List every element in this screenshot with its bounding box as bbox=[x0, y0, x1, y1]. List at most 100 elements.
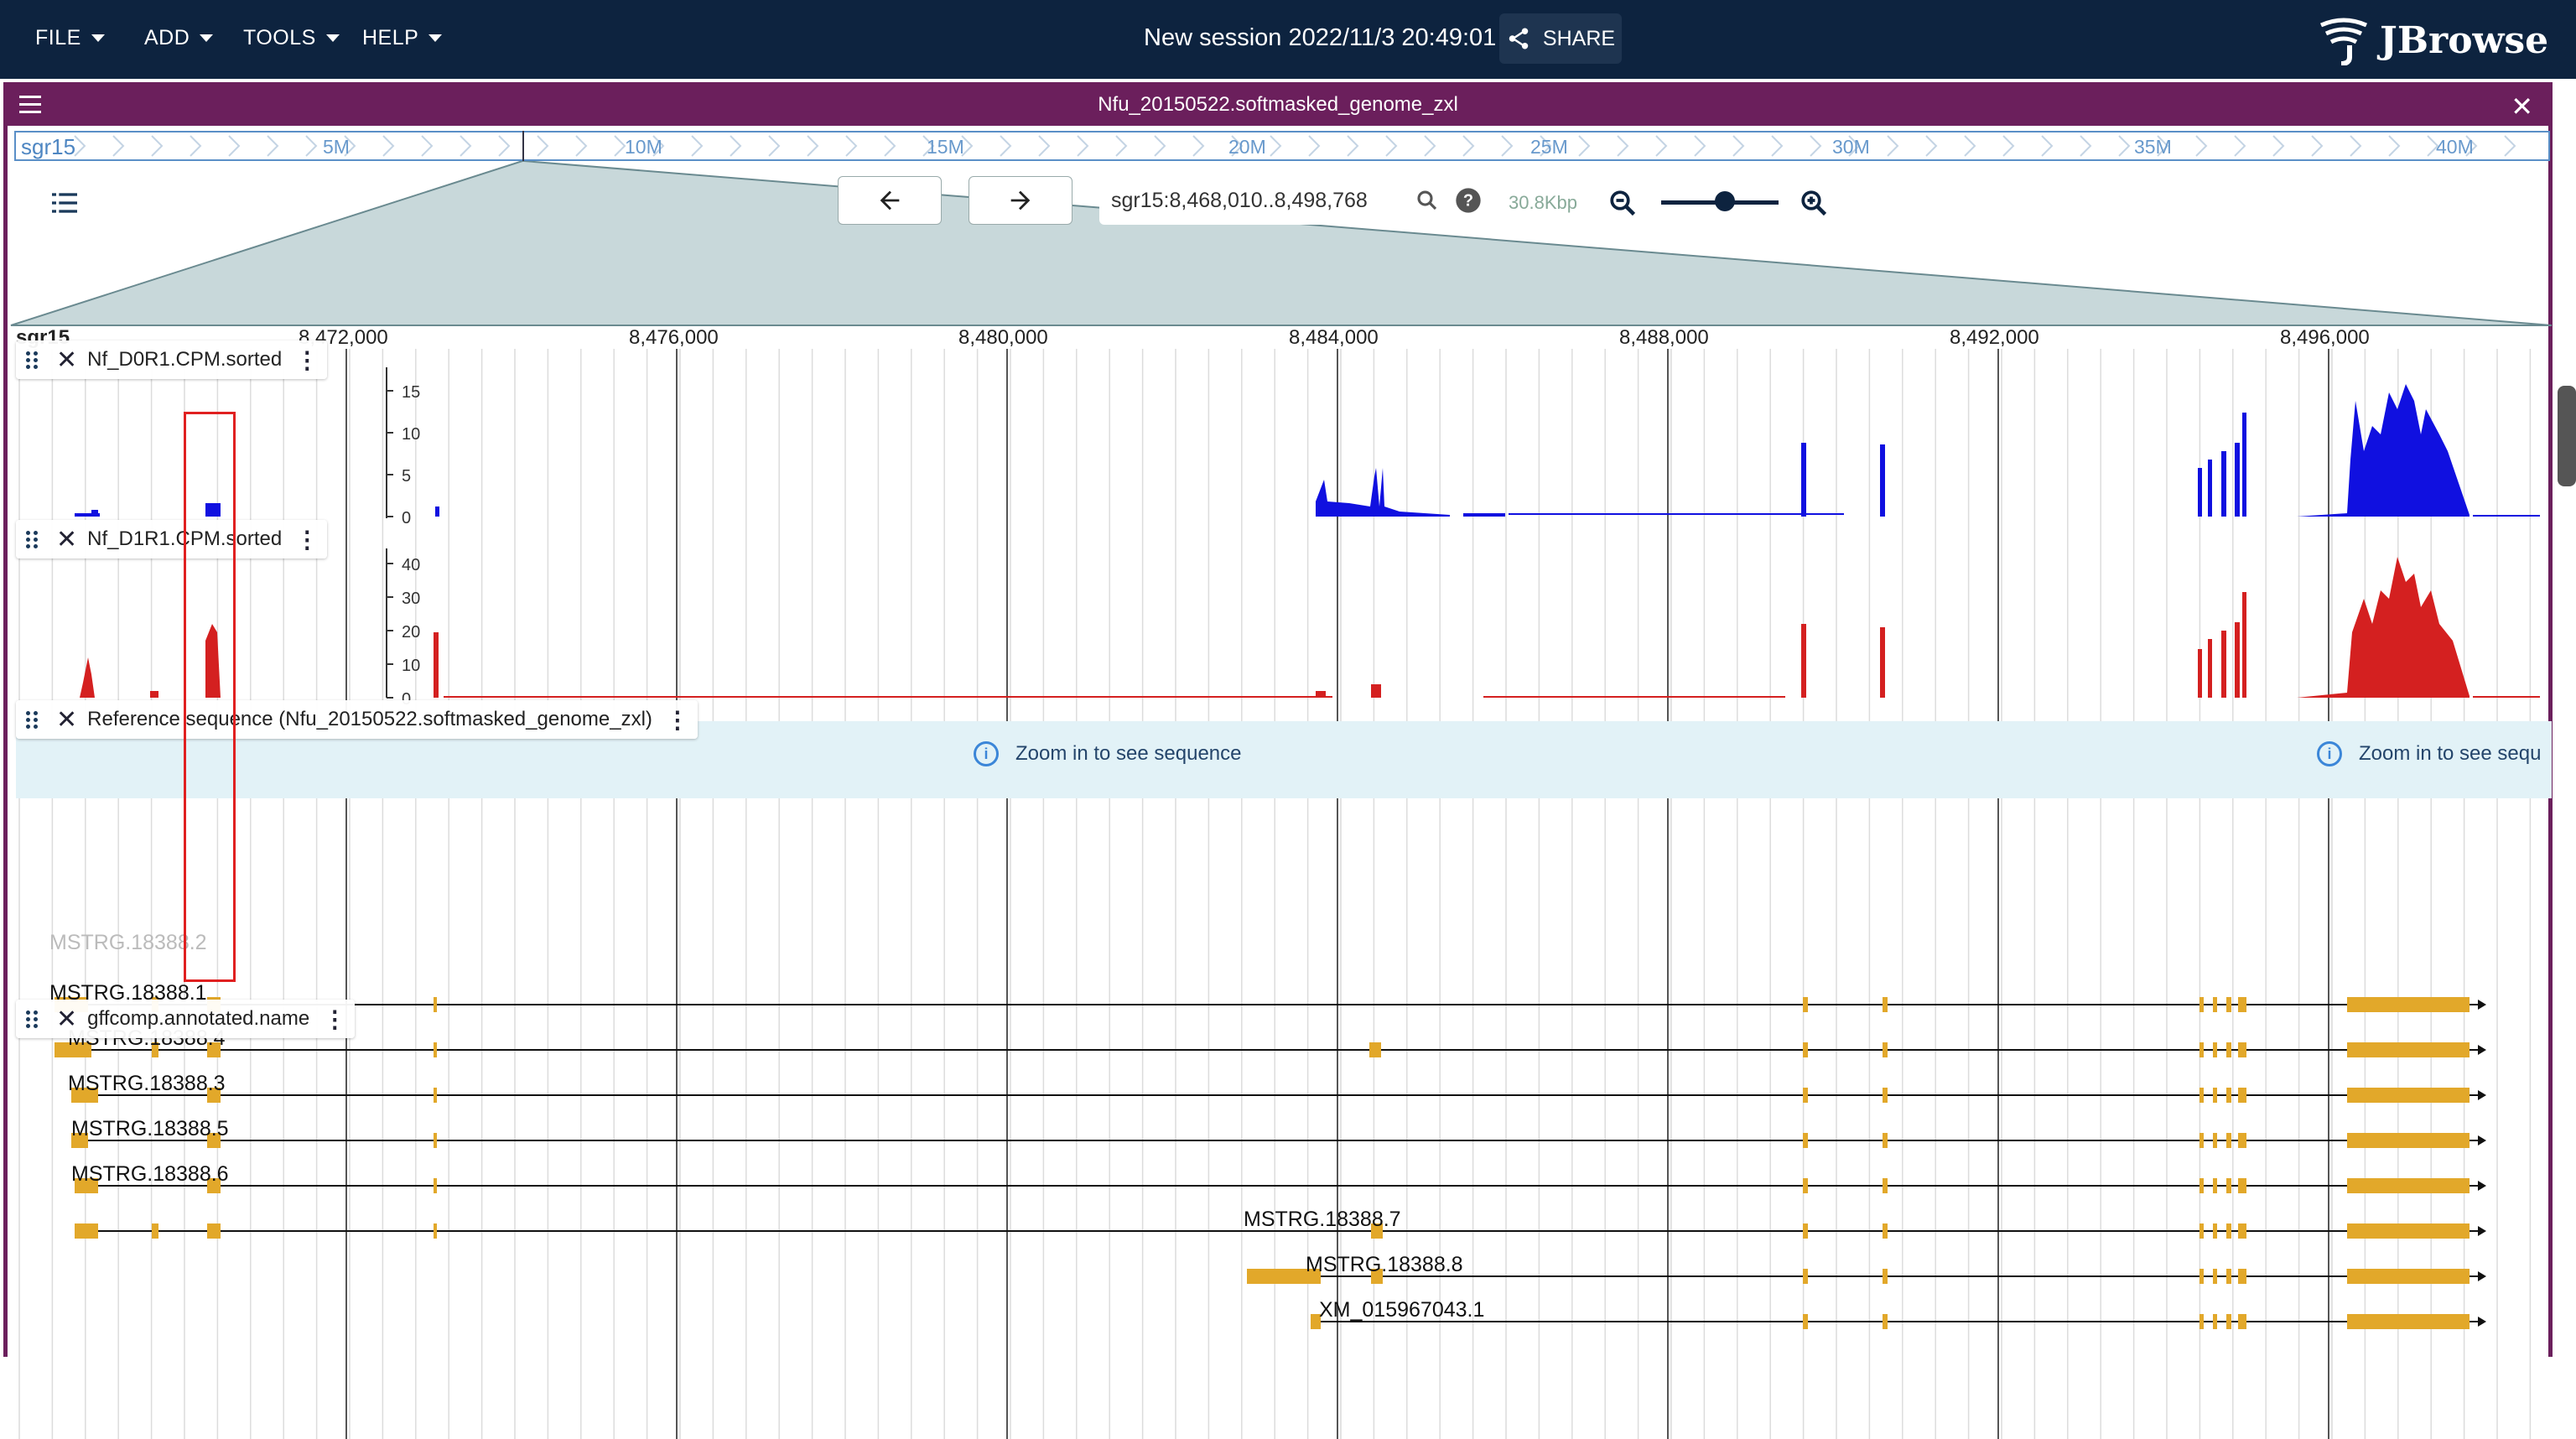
exon[interactable] bbox=[2199, 1223, 2204, 1239]
exon[interactable] bbox=[2213, 997, 2217, 1012]
exon[interactable] bbox=[1883, 1133, 1888, 1148]
exon[interactable] bbox=[2213, 1133, 2217, 1148]
navigate-back-button[interactable] bbox=[838, 176, 942, 225]
exon[interactable] bbox=[434, 1088, 437, 1103]
exon[interactable] bbox=[2347, 1088, 2470, 1103]
exon[interactable] bbox=[2347, 1223, 2470, 1239]
exon[interactable] bbox=[2347, 1314, 2470, 1329]
track-label-reference[interactable]: ✕ Reference sequence (Nfu_20150522.softm… bbox=[16, 700, 698, 739]
exon[interactable] bbox=[2213, 1223, 2217, 1239]
close-icon[interactable]: ✕ bbox=[56, 345, 77, 375]
exon[interactable] bbox=[1883, 1088, 1888, 1103]
exon[interactable] bbox=[434, 1042, 437, 1057]
overview-scale-bar[interactable]: sgr15 5M 10M 15M 20M 25M 30M 35M 40M bbox=[14, 131, 2550, 161]
exon[interactable] bbox=[2226, 1088, 2231, 1103]
exon[interactable] bbox=[2238, 1269, 2246, 1284]
exon[interactable] bbox=[2238, 1088, 2246, 1103]
feature-label[interactable]: MSTRG.18388.8 bbox=[1306, 1253, 1463, 1277]
exon[interactable] bbox=[2238, 1178, 2246, 1193]
exon[interactable] bbox=[1369, 1042, 1381, 1057]
exon[interactable] bbox=[2238, 1314, 2246, 1329]
more-vert-icon[interactable]: ⋮ bbox=[323, 1005, 346, 1033]
exon[interactable] bbox=[2199, 1269, 2204, 1284]
exon[interactable] bbox=[2199, 1042, 2204, 1057]
track-label-nf-d0r1[interactable]: ✕ Nf_D0R1.CPM.sorted ⋮ bbox=[16, 340, 328, 379]
exon[interactable] bbox=[2213, 1314, 2217, 1329]
exon[interactable] bbox=[1883, 1314, 1888, 1329]
exon[interactable] bbox=[434, 1178, 437, 1193]
zoom-out-icon[interactable] bbox=[1607, 188, 1638, 218]
scrollbar[interactable] bbox=[2558, 386, 2576, 486]
exon[interactable] bbox=[2226, 1223, 2231, 1239]
exon[interactable] bbox=[2213, 1088, 2217, 1103]
add-menu[interactable]: ADD bbox=[144, 26, 214, 50]
exon[interactable] bbox=[434, 1223, 437, 1239]
coordinate-ruler[interactable]: sgr15 8,472,000 8,476,000 8,480,000 8,48… bbox=[16, 325, 2552, 351]
exon[interactable] bbox=[1803, 1314, 1808, 1329]
more-vert-icon[interactable]: ⋮ bbox=[666, 706, 689, 734]
tools-menu[interactable]: TOOLS bbox=[243, 26, 340, 50]
feature-label[interactable]: XM_015967043.1 bbox=[1319, 1298, 1484, 1322]
track-selector-button[interactable] bbox=[48, 186, 81, 220]
drag-handle-icon[interactable] bbox=[26, 530, 41, 548]
track-label-annotation[interactable]: ✕ gffcomp.annotated.name ⋮ bbox=[16, 1000, 356, 1038]
exon[interactable] bbox=[2226, 1314, 2231, 1329]
feature-label[interactable]: MSTRG.18388.7 bbox=[1244, 1208, 1401, 1232]
exon[interactable] bbox=[1803, 997, 1808, 1012]
close-icon[interactable]: ✕ bbox=[56, 705, 77, 735]
close-icon[interactable]: ✕ bbox=[2511, 91, 2533, 122]
exon[interactable] bbox=[2199, 1088, 2204, 1103]
exon[interactable] bbox=[2347, 1133, 2470, 1148]
exon[interactable] bbox=[2213, 1269, 2217, 1284]
zoom-in-icon[interactable] bbox=[1799, 188, 1829, 218]
exon[interactable] bbox=[2199, 1178, 2204, 1193]
exon[interactable] bbox=[2238, 997, 2246, 1012]
help-menu[interactable]: HELP bbox=[362, 26, 443, 50]
more-vert-icon[interactable]: ⋮ bbox=[295, 346, 319, 374]
exon[interactable] bbox=[2199, 1314, 2204, 1329]
drag-handle-icon[interactable] bbox=[26, 351, 41, 369]
exon[interactable] bbox=[1803, 1042, 1808, 1057]
track-nf-d0r1-coverage[interactable]: 15 10 5 0 bbox=[8, 359, 2557, 535]
share-button[interactable]: SHARE bbox=[1499, 13, 1622, 64]
exon[interactable] bbox=[1803, 1269, 1808, 1284]
exon[interactable] bbox=[2347, 1178, 2470, 1193]
track-label-nf-d1r1[interactable]: ✕ Nf_D1R1.CPM.sorted ⋮ bbox=[16, 520, 328, 558]
exon[interactable] bbox=[1803, 1133, 1808, 1148]
exon[interactable] bbox=[2347, 1042, 2470, 1057]
exon[interactable] bbox=[1883, 997, 1888, 1012]
feature-label[interactable]: MSTRG.18388.5 bbox=[71, 1117, 229, 1141]
exon[interactable] bbox=[152, 1223, 158, 1239]
exon[interactable] bbox=[2213, 1178, 2217, 1193]
exon[interactable] bbox=[2199, 997, 2204, 1012]
session-title[interactable]: New session 2022/11/3 20:49:01 bbox=[1144, 24, 1496, 52]
zoom-slider-thumb[interactable] bbox=[1715, 191, 1735, 211]
gene-annotation-features[interactable] bbox=[8, 988, 2557, 1357]
exon[interactable] bbox=[2238, 1042, 2246, 1057]
overview-selection-marker[interactable] bbox=[522, 131, 524, 164]
exon[interactable] bbox=[434, 997, 437, 1012]
drag-handle-icon[interactable] bbox=[26, 1010, 41, 1028]
feature-label[interactable]: MSTRG.18388.3 bbox=[68, 1072, 226, 1096]
exon[interactable] bbox=[1883, 1223, 1888, 1239]
exon[interactable] bbox=[1883, 1042, 1888, 1057]
exon[interactable] bbox=[2238, 1133, 2246, 1148]
exon[interactable] bbox=[75, 1223, 98, 1239]
search-icon[interactable] bbox=[1415, 188, 1440, 213]
exon[interactable] bbox=[2226, 997, 2231, 1012]
exon[interactable] bbox=[1883, 1178, 1888, 1193]
exon[interactable] bbox=[2226, 1042, 2231, 1057]
close-icon[interactable]: ✕ bbox=[56, 525, 77, 554]
exon[interactable] bbox=[1803, 1223, 1808, 1239]
file-menu[interactable]: FILE bbox=[35, 26, 105, 50]
exon[interactable] bbox=[2238, 1223, 2246, 1239]
help-icon[interactable]: ? bbox=[1455, 187, 1482, 214]
exon[interactable] bbox=[1883, 1269, 1888, 1284]
exon[interactable] bbox=[2226, 1269, 2231, 1284]
exon[interactable] bbox=[2226, 1178, 2231, 1193]
drag-handle-icon[interactable] bbox=[26, 710, 41, 729]
feature-label[interactable]: MSTRG.18388.6 bbox=[71, 1162, 229, 1187]
track-nf-d1r1-coverage[interactable]: 40 30 20 10 0 bbox=[8, 540, 2557, 708]
location-search-input[interactable]: sgr15:8,468,010..8,498,768 ? bbox=[1099, 176, 1502, 225]
exon[interactable] bbox=[2199, 1133, 2204, 1148]
